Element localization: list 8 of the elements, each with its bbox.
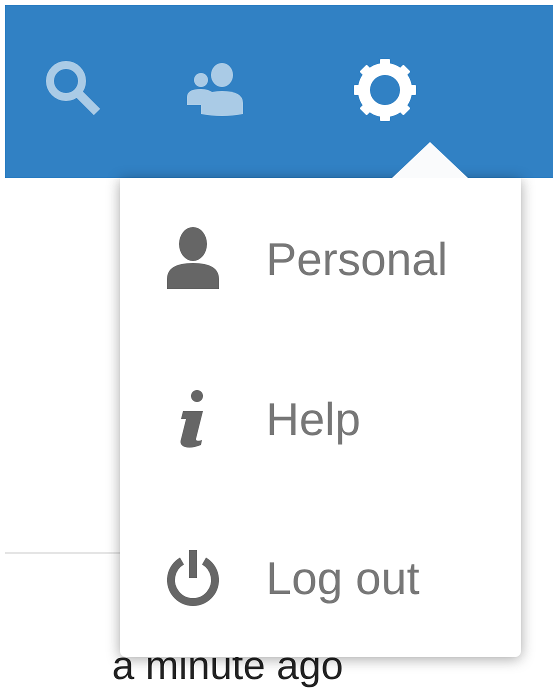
timestamp: a minute ago xyxy=(112,646,344,686)
menu-item[interactable]: Log out xyxy=(165,548,420,608)
power-icon xyxy=(165,548,221,608)
contacts-icon xyxy=(186,63,244,117)
menu-item[interactable]: Personal xyxy=(165,227,448,292)
settings-icon xyxy=(354,59,416,121)
person-icon xyxy=(165,227,221,292)
menu-item[interactable]: Help xyxy=(165,389,361,450)
